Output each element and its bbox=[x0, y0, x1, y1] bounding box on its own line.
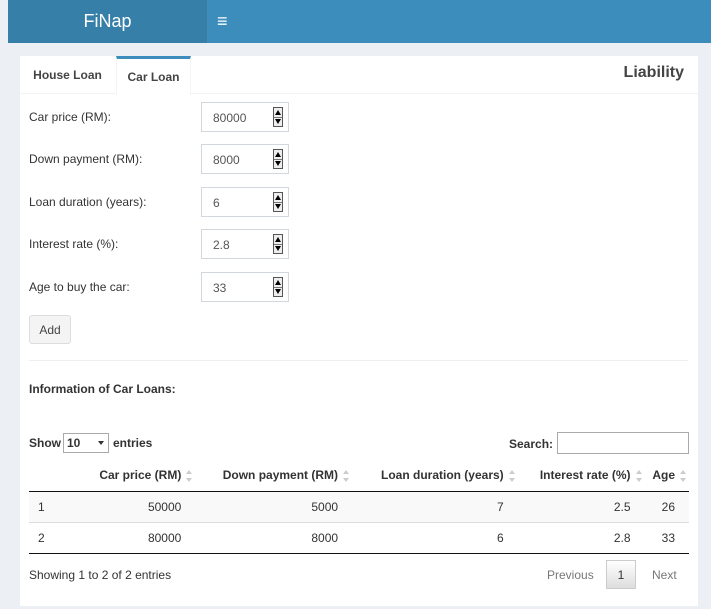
section-title: Information of Car Loans: bbox=[29, 382, 176, 396]
show-suffix: entries bbox=[113, 436, 153, 450]
down-payment-input[interactable]: 8000 bbox=[201, 144, 289, 174]
liability-box: House Loan Car Loan Liability Car price … bbox=[20, 56, 698, 606]
spinner-icon[interactable] bbox=[273, 149, 283, 169]
car-price-input[interactable]: 80000 bbox=[201, 102, 289, 132]
col-loan-duration[interactable]: Loan duration (years) bbox=[352, 459, 518, 492]
interest-rate-input[interactable]: 2.8 bbox=[201, 229, 289, 259]
entries-select-value: 10 bbox=[67, 436, 81, 450]
table-info: Showing 1 to 2 of 2 entries bbox=[29, 568, 172, 582]
cell-loan-duration: 6 bbox=[352, 522, 518, 554]
tab-car-loan[interactable]: Car Loan bbox=[116, 56, 191, 95]
spinner-icon[interactable] bbox=[273, 234, 283, 254]
cell-down-payment: 5000 bbox=[195, 491, 353, 523]
interest-rate-label: Interest rate (%): bbox=[29, 237, 119, 251]
col-interest-rate[interactable]: Interest rate (%) bbox=[517, 459, 645, 492]
cell-index: 1 bbox=[29, 491, 79, 523]
logo[interactable]: FiNap bbox=[8, 0, 207, 43]
col-down-payment-label: Down payment (RM) bbox=[222, 467, 339, 482]
age-value: 33 bbox=[213, 281, 227, 295]
down-payment-label: Down payment (RM): bbox=[29, 152, 143, 166]
sort-icon bbox=[186, 470, 193, 482]
top-header: FiNap ≡ bbox=[8, 0, 711, 43]
hamburger-icon[interactable]: ≡ bbox=[217, 0, 228, 43]
chevron-down-icon bbox=[98, 441, 104, 445]
cell-age: 33 bbox=[644, 522, 689, 554]
show-prefix: Show bbox=[29, 436, 61, 450]
cell-down-payment: 8000 bbox=[195, 522, 353, 554]
col-car-price-label: Car price (RM) bbox=[99, 467, 182, 482]
table-row: 2 80000 8000 6 2.8 33 bbox=[29, 522, 689, 554]
car-price-label: Car price (RM): bbox=[29, 110, 112, 124]
interest-rate-row: Interest rate (%): 2.8 bbox=[29, 229, 299, 259]
table-header-row: Car price (RM) Down payment (RM) Loan du… bbox=[29, 459, 689, 492]
loan-duration-value: 6 bbox=[213, 196, 220, 210]
sort-icon bbox=[680, 470, 687, 482]
col-age-label: Age bbox=[652, 467, 675, 482]
cell-loan-duration: 7 bbox=[352, 491, 518, 523]
box-title: Liability bbox=[623, 64, 684, 81]
loan-duration-input[interactable]: 6 bbox=[201, 187, 289, 217]
interest-rate-value: 2.8 bbox=[213, 238, 230, 252]
col-car-price[interactable]: Car price (RM) bbox=[79, 459, 196, 492]
loan-duration-label: Loan duration (years): bbox=[29, 195, 147, 209]
down-payment-row: Down payment (RM): 8000 bbox=[29, 144, 299, 174]
col-index[interactable] bbox=[29, 459, 79, 492]
page-1-button[interactable]: 1 bbox=[606, 560, 636, 589]
spinner-icon[interactable] bbox=[273, 277, 283, 297]
tab-bar: House Loan Car Loan Liability bbox=[20, 56, 698, 95]
cell-car-price: 50000 bbox=[79, 491, 196, 523]
tab-house-loan[interactable]: House Loan bbox=[20, 56, 115, 94]
search-input[interactable] bbox=[557, 432, 689, 454]
search-label: Search: bbox=[509, 437, 554, 451]
spinner-icon[interactable] bbox=[273, 192, 283, 212]
next-button[interactable]: Next bbox=[652, 568, 677, 582]
cell-interest-rate: 2.8 bbox=[517, 522, 645, 554]
col-down-payment[interactable]: Down payment (RM) bbox=[195, 459, 353, 492]
col-loan-duration-label: Loan duration (years) bbox=[380, 467, 504, 482]
col-interest-rate-label: Interest rate (%) bbox=[539, 467, 631, 482]
cell-car-price: 80000 bbox=[79, 522, 196, 554]
cell-index: 2 bbox=[29, 522, 79, 554]
sort-icon bbox=[343, 470, 350, 482]
table-row: 1 50000 5000 7 2.5 26 bbox=[29, 491, 689, 523]
entries-select[interactable]: 10 bbox=[63, 433, 109, 453]
cell-age: 26 bbox=[644, 491, 689, 523]
spinner-icon[interactable] bbox=[273, 107, 283, 127]
show-entries: Show 10 entries bbox=[29, 433, 152, 453]
cell-interest-rate: 2.5 bbox=[517, 491, 645, 523]
add-button[interactable]: Add bbox=[29, 315, 71, 344]
loan-duration-row: Loan duration (years): 6 bbox=[29, 187, 299, 217]
age-input[interactable]: 33 bbox=[201, 272, 289, 302]
car-loans-table: Car price (RM) Down payment (RM) Loan du… bbox=[29, 459, 689, 554]
age-row: Age to buy the car: 33 bbox=[29, 272, 299, 302]
divider bbox=[29, 360, 688, 361]
down-payment-value: 8000 bbox=[213, 153, 240, 167]
car-price-row: Car price (RM): 80000 bbox=[29, 102, 299, 132]
age-label: Age to buy the car: bbox=[29, 280, 130, 294]
car-price-value: 80000 bbox=[213, 111, 247, 125]
previous-button[interactable]: Previous bbox=[547, 568, 594, 582]
col-age[interactable]: Age bbox=[644, 459, 689, 492]
sort-icon bbox=[635, 470, 643, 482]
sort-icon bbox=[508, 470, 516, 482]
